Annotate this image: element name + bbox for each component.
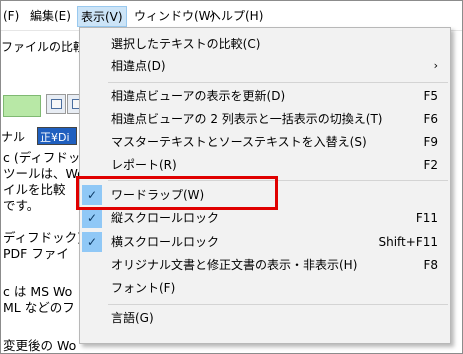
menu-item-horizontal-scroll-lock[interactable]: ✓ 横スクロールロック Shift+F11 (80, 232, 450, 252)
menu-item-refresh-viewer[interactable]: 相違点ビューアの表示を更新(D) F5 (80, 86, 450, 106)
menu-help[interactable]: ヘルプ(H) (209, 8, 263, 26)
menu-separator (108, 82, 448, 83)
window-icon[interactable] (46, 94, 66, 114)
menu-item-shortcut: F5 (423, 89, 438, 103)
text-line: c は MS Wo (3, 284, 73, 299)
menu-item-shortcut: F6 (423, 112, 438, 126)
menu-item-label: 言語(G) (111, 311, 154, 325)
menu-item-shortcut: F8 (423, 258, 438, 272)
menu-item-label: 相違点ビューアの表示を更新(D) (111, 89, 286, 103)
menu-item-label: オリジナル文書と修正文書の表示・非表示(H) (111, 258, 358, 272)
highlight-box (76, 176, 278, 210)
file-compare-tab[interactable]: ファイルの比較 (1, 38, 85, 55)
menu-file[interactable]: (F) (3, 8, 19, 26)
text-line: 変更後の Wo (3, 338, 77, 353)
menu-edit[interactable]: 編集(E) (30, 8, 71, 26)
menu-window[interactable]: ウィンドウ(W) (134, 8, 215, 26)
menu-view[interactable]: 表示(V) (77, 6, 127, 27)
menu-item-label: マスターテキストとソーステキストを入替え(S) (111, 135, 367, 149)
menu-item-show-hide-documents[interactable]: オリジナル文書と修正文書の表示・非表示(H) F8 (80, 255, 450, 275)
menu-item-label: 相違点(D) (111, 59, 166, 73)
menu-item-label: 選択したテキストの比較(C) (111, 37, 261, 51)
menu-item-shortcut: F9 (423, 135, 438, 149)
menu-item-font[interactable]: フォント(F) (80, 278, 450, 298)
text-line: ML などのフ (3, 300, 75, 315)
source-label: ナル (1, 130, 26, 144)
menu-item-label: 横スクロールロック (111, 235, 220, 249)
menu-item-vertical-scroll-lock[interactable]: ✓ 縦スクロールロック F11 (80, 208, 450, 228)
menu-item-swap-texts[interactable]: マスターテキストとソーステキストを入替え(S) F9 (80, 132, 450, 152)
menu-item-label: フォント(F) (111, 281, 176, 295)
text-line: PDF ファイ (3, 246, 69, 261)
text-line: です。 (3, 198, 40, 213)
menu-item-shortcut: F11 (415, 211, 438, 225)
menu-item-differences[interactable]: 相違点(D) › (80, 56, 450, 76)
menu-item-compare-selected[interactable]: 選択したテキストの比較(C) (80, 34, 450, 54)
menu-item-shortcut: F2 (423, 158, 438, 172)
menu-item-language[interactable]: 言語(G) (80, 308, 450, 328)
text-line: ディフドック) (3, 230, 83, 245)
app-window: (F) 編集(E) 表示(V) ウィンドウ(W) ヘルプ(H) ファイルの比較 … (0, 0, 463, 354)
checkmark-icon: ✓ (82, 232, 102, 252)
menu-item-label: レポート(R) (111, 158, 177, 172)
chevron-right-icon: › (433, 59, 438, 72)
text-line: ツールは、Wo (3, 166, 85, 181)
menu-item-label: 縦スクロールロック (111, 211, 220, 225)
menu-item-label: 相違点ビューアの 2 列表示と一括表示の切換え(T) (111, 112, 383, 126)
text-line: イルを比較 (3, 182, 66, 197)
menu-item-shortcut: Shift+F11 (378, 235, 438, 249)
checkmark-icon: ✓ (82, 208, 102, 228)
menu-item-report[interactable]: レポート(R) F2 (80, 155, 450, 175)
menu-item-toggle-columns[interactable]: 相違点ビューアの 2 列表示と一括表示の切換え(T) F6 (80, 109, 450, 129)
path-field[interactable]: 正¥Di (37, 127, 77, 145)
menu-separator (108, 304, 448, 305)
compare-button[interactable] (3, 95, 41, 117)
